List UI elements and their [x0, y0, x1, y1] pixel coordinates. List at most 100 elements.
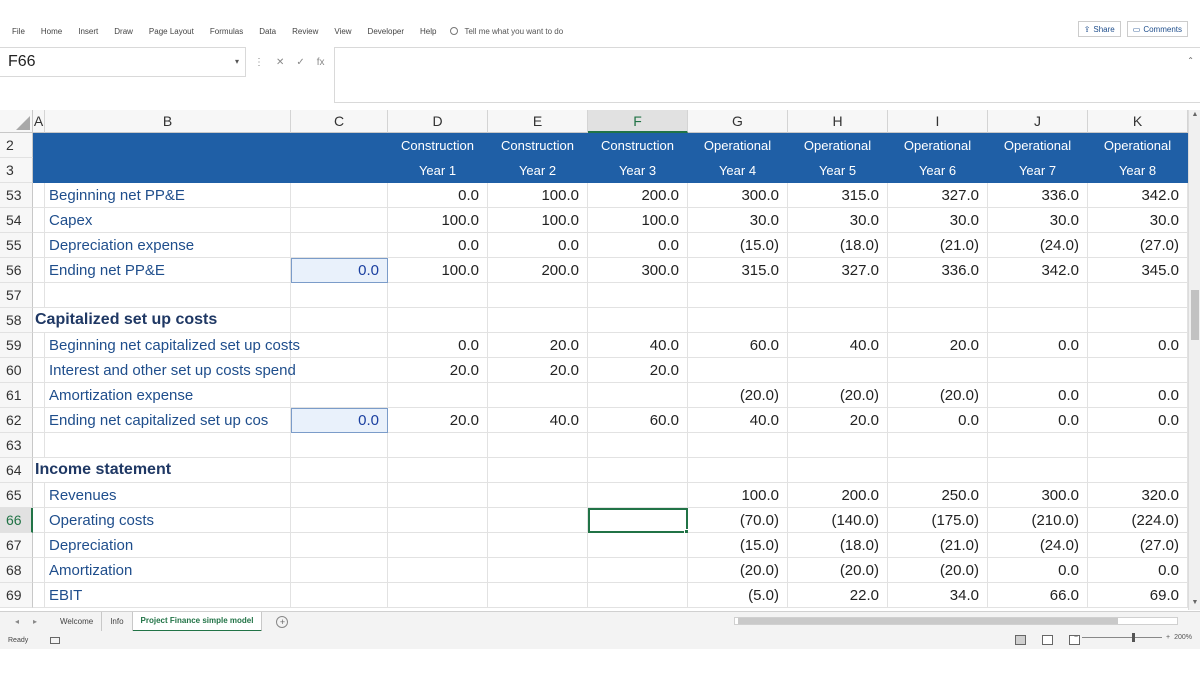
row-header[interactable]: 57	[0, 283, 33, 308]
row-header[interactable]: 66	[0, 508, 33, 533]
value-cell[interactable]: 20.0	[588, 358, 688, 383]
row-header[interactable]: 53	[0, 183, 33, 208]
cell[interactable]	[33, 208, 45, 233]
column-header-g[interactable]: G	[688, 110, 788, 133]
scroll-down-icon[interactable]: ▼	[1190, 599, 1200, 609]
cell[interactable]	[291, 208, 388, 233]
cell[interactable]	[33, 408, 45, 433]
name-box[interactable]: F66 ▾	[0, 47, 246, 77]
column-header-k[interactable]: K	[1088, 110, 1188, 133]
value-cell[interactable]: (20.0)	[788, 558, 888, 583]
value-cell[interactable]	[488, 458, 588, 483]
value-cell[interactable]: (21.0)	[888, 233, 988, 258]
value-cell[interactable]: 0.0	[988, 383, 1088, 408]
ribbon-tab-file[interactable]: File	[12, 27, 25, 36]
value-cell[interactable]: (70.0)	[688, 508, 788, 533]
value-cell[interactable]: 100.0	[388, 208, 488, 233]
value-cell[interactable]	[688, 458, 788, 483]
value-cell[interactable]	[388, 483, 488, 508]
value-cell[interactable]: 66.0	[988, 583, 1088, 608]
value-cell[interactable]: 0.0	[1088, 408, 1188, 433]
value-cell[interactable]: 327.0	[888, 183, 988, 208]
value-cell[interactable]: 20.0	[888, 333, 988, 358]
cell[interactable]	[291, 458, 388, 483]
value-cell[interactable]: (18.0)	[788, 233, 888, 258]
value-cell[interactable]	[388, 458, 488, 483]
value-cell[interactable]	[488, 533, 588, 558]
ribbon-tab-data[interactable]: Data	[259, 27, 276, 36]
row-header[interactable]: 61	[0, 383, 33, 408]
cell[interactable]	[291, 308, 388, 333]
line-item-label[interactable]: Amortization expense	[45, 383, 291, 408]
value-cell[interactable]: 30.0	[788, 208, 888, 233]
row-header[interactable]: 65	[0, 483, 33, 508]
value-cell[interactable]: 315.0	[788, 183, 888, 208]
value-cell[interactable]: 30.0	[1088, 208, 1188, 233]
value-cell[interactable]	[788, 358, 888, 383]
comments-button[interactable]: ▭ Comments	[1126, 21, 1188, 37]
value-cell[interactable]: 20.0	[388, 408, 488, 433]
value-cell[interactable]	[588, 283, 688, 308]
macro-record-icon[interactable]	[50, 636, 61, 644]
value-cell[interactable]: 300.0	[588, 258, 688, 283]
column-header-i[interactable]: I	[888, 110, 988, 133]
row-header[interactable]: 63	[0, 433, 33, 458]
cell[interactable]	[33, 333, 45, 358]
page-layout-view-icon[interactable]	[1042, 635, 1053, 645]
value-cell[interactable]: (175.0)	[888, 508, 988, 533]
cell[interactable]	[291, 233, 388, 258]
zoom-out-icon[interactable]: −	[1074, 634, 1078, 641]
value-cell[interactable]: (20.0)	[688, 383, 788, 408]
ribbon-tab-home[interactable]: Home	[41, 27, 62, 36]
cell[interactable]	[291, 533, 388, 558]
value-cell[interactable]: 30.0	[688, 208, 788, 233]
value-cell[interactable]: 200.0	[588, 183, 688, 208]
value-cell[interactable]: 100.0	[488, 208, 588, 233]
vertical-scroll-thumb[interactable]	[1191, 290, 1199, 340]
check-cell[interactable]: 0.0	[291, 408, 388, 433]
value-cell[interactable]: 342.0	[988, 258, 1088, 283]
cell[interactable]	[33, 508, 45, 533]
value-cell[interactable]	[1088, 458, 1188, 483]
add-sheet-icon[interactable]: +	[276, 615, 289, 628]
line-item-label[interactable]	[45, 283, 291, 308]
horizontal-scrollbar[interactable]	[716, 615, 1186, 627]
formula-bar[interactable]: ⌃	[334, 47, 1200, 103]
value-cell[interactable]: 60.0	[688, 333, 788, 358]
value-cell[interactable]: 0.0	[988, 558, 1088, 583]
line-item-label[interactable]: Amortization	[45, 558, 291, 583]
column-header-f[interactable]: F	[588, 110, 688, 133]
value-cell[interactable]	[388, 558, 488, 583]
value-cell[interactable]: 30.0	[988, 208, 1088, 233]
chevron-down-icon[interactable]: ▾	[235, 57, 239, 66]
cell[interactable]	[291, 583, 388, 608]
value-cell[interactable]	[488, 308, 588, 333]
value-cell[interactable]	[588, 583, 688, 608]
row-header[interactable]: 64	[0, 458, 33, 483]
value-cell[interactable]: 0.0	[588, 233, 688, 258]
value-cell[interactable]: (24.0)	[988, 533, 1088, 558]
value-cell[interactable]: 20.0	[488, 358, 588, 383]
value-cell[interactable]: 336.0	[988, 183, 1088, 208]
value-cell[interactable]: (140.0)	[788, 508, 888, 533]
value-cell[interactable]	[488, 508, 588, 533]
value-cell[interactable]	[588, 558, 688, 583]
value-cell[interactable]: 336.0	[888, 258, 988, 283]
cancel-icon[interactable]: ✕	[276, 57, 284, 68]
function-icon[interactable]: fx	[317, 57, 325, 68]
select-all-corner[interactable]	[0, 110, 33, 133]
value-cell[interactable]: (15.0)	[688, 233, 788, 258]
value-cell[interactable]: 320.0	[1088, 483, 1188, 508]
column-header-h[interactable]: H	[788, 110, 888, 133]
column-header-d[interactable]: D	[388, 110, 488, 133]
value-cell[interactable]	[888, 308, 988, 333]
column-header-c[interactable]: C	[291, 110, 388, 133]
cell[interactable]	[291, 183, 388, 208]
value-cell[interactable]	[488, 283, 588, 308]
value-cell[interactable]	[888, 433, 988, 458]
next-sheet-icon[interactable]: ▸	[33, 617, 37, 626]
value-cell[interactable]	[688, 283, 788, 308]
value-cell[interactable]: 34.0	[888, 583, 988, 608]
value-cell[interactable]	[788, 433, 888, 458]
value-cell[interactable]	[488, 483, 588, 508]
